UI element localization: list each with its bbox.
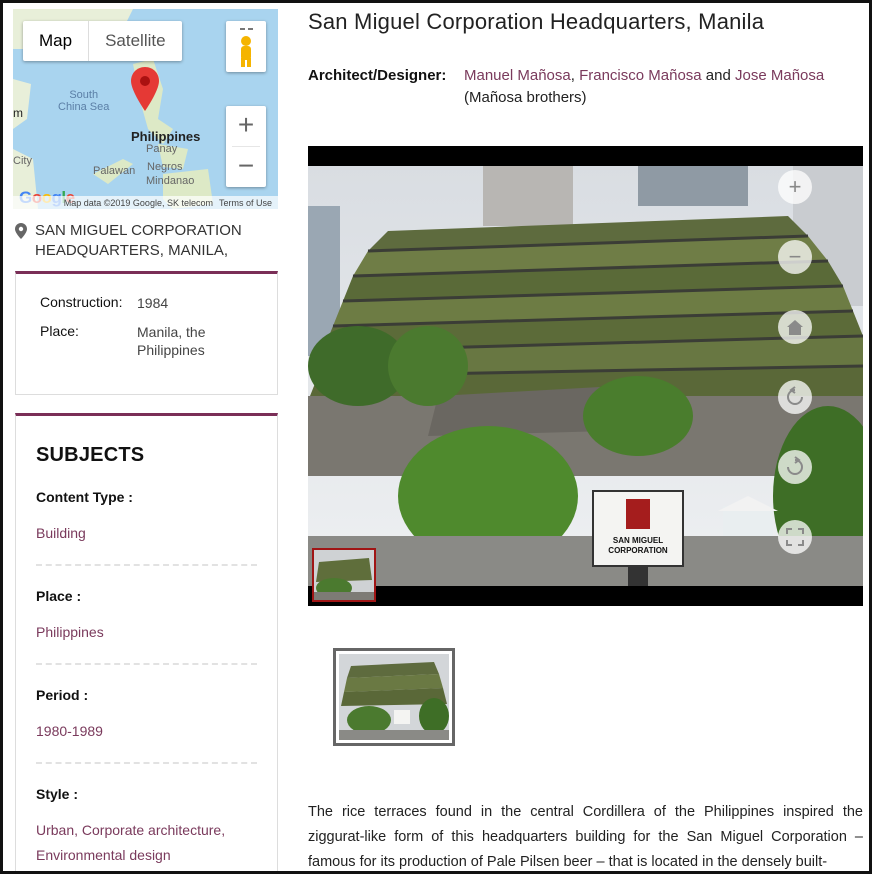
place-label: Place: [40, 323, 79, 339]
gallery-thumbnail[interactable] [333, 648, 455, 746]
address-text: San Miguel Corporation Headquarters, Man… [35, 222, 242, 259]
subject-label: Place : [36, 588, 82, 604]
architect-note: (Mañosa brothers) [464, 89, 587, 106]
map-label-city-partial: City [13, 155, 32, 167]
location-map[interactable]: Map Satellite South China Sea m City Phi… [13, 9, 278, 209]
viewer-rotate-right-icon[interactable] [778, 450, 812, 484]
subject-label: Period : [36, 687, 89, 703]
map-label-palawan: Palawan [93, 165, 136, 177]
map-label-panay: Panay [146, 143, 178, 155]
subject-style: Style : Urban, Corporate architecture, E… [36, 786, 257, 871]
construction-label: Construction: [40, 294, 123, 310]
place-row: Place: Manila, the Philippines [40, 323, 277, 359]
info-card: Construction: 1984 Place: Manila, the Ph… [15, 271, 278, 395]
map-label-negros: Negros [147, 161, 183, 173]
architect-link-francisco[interactable]: Francisco Mañosa [579, 67, 702, 84]
image-viewer[interactable]: SAN MIGUEL CORPORATION + − [308, 146, 863, 606]
map-label-partial: m [13, 106, 23, 120]
architect-link-jose[interactable]: Jose Mañosa [735, 67, 824, 84]
address-block: San Miguel Corporation Headquarters, Man… [15, 221, 277, 261]
viewer-zoom-out-icon[interactable]: − [778, 240, 812, 274]
map-zoom-out-button[interactable]: − [226, 147, 266, 187]
page-title: San Miguel Corporation Headquarters, Man… [308, 9, 765, 34]
location-pin-icon [15, 221, 27, 261]
viewer-home-icon[interactable] [778, 310, 812, 344]
subjects-card: SUBJECTS Content Type : Building Place :… [15, 413, 278, 871]
map-tab-map[interactable]: Map [23, 21, 90, 61]
subject-link-philippines[interactable]: Philippines [36, 620, 257, 645]
subject-link-period[interactable]: 1980-1989 [36, 719, 257, 744]
subject-place: Place : Philippines [36, 588, 257, 665]
subject-period: Period : 1980-1989 [36, 687, 257, 764]
architect-row: Architect/Designer: Manuel Mañosa, Franc… [308, 65, 853, 109]
place-value: Manila, the Philippines [137, 324, 206, 358]
construction-row: Construction: 1984 [40, 294, 277, 312]
subject-content-type: Content Type : Building [36, 489, 257, 566]
construction-value: 1984 [137, 295, 169, 311]
building-sign-text: SAN MIGUEL CORPORATION [608, 536, 668, 555]
map-label-sea: South China Sea [58, 89, 110, 113]
architect-value: Manuel Mañosa, Francisco Mañosa and Jose… [464, 67, 825, 106]
map-terms-link[interactable]: Terms of Use [219, 198, 272, 208]
map-tab-satellite[interactable]: Satellite [89, 21, 181, 61]
viewer-fullscreen-icon[interactable] [778, 520, 812, 554]
page-frame: Map Satellite South China Sea m City Phi… [0, 0, 872, 874]
viewer-rotate-left-icon[interactable] [778, 380, 812, 414]
subject-label: Content Type : [36, 489, 133, 505]
viewer-zoom-in-icon[interactable]: + [778, 170, 812, 204]
map-marker-icon[interactable] [131, 67, 159, 111]
map-label-mindanao: Mindanao [146, 175, 195, 187]
viewer-thumbnail-navigator[interactable] [312, 548, 376, 602]
subject-link-style[interactable]: Urban, Corporate architecture, Environme… [36, 818, 257, 868]
map-zoom-in-button[interactable]: + [226, 106, 266, 146]
subject-link-building[interactable]: Building [36, 521, 257, 546]
map-footer: Map data ©2019 Google, SK telecom Terms … [13, 196, 278, 209]
map-zoom-control: + − [226, 106, 266, 187]
map-type-control: Map Satellite [23, 21, 182, 61]
map-label-philippines: Philippines [131, 129, 201, 144]
map-data-attribution: Map data ©2019 Google, SK telecom [63, 197, 213, 208]
subject-label: Style : [36, 786, 79, 802]
building-photo [308, 166, 863, 586]
street-view-pegman-icon[interactable] [226, 21, 266, 72]
subjects-heading: SUBJECTS [36, 444, 145, 466]
architect-label: Architect/Designer: [308, 67, 447, 84]
architect-link-manuel[interactable]: Manuel Mañosa [464, 67, 571, 84]
description-text: The rice terraces found in the central C… [308, 804, 863, 870]
